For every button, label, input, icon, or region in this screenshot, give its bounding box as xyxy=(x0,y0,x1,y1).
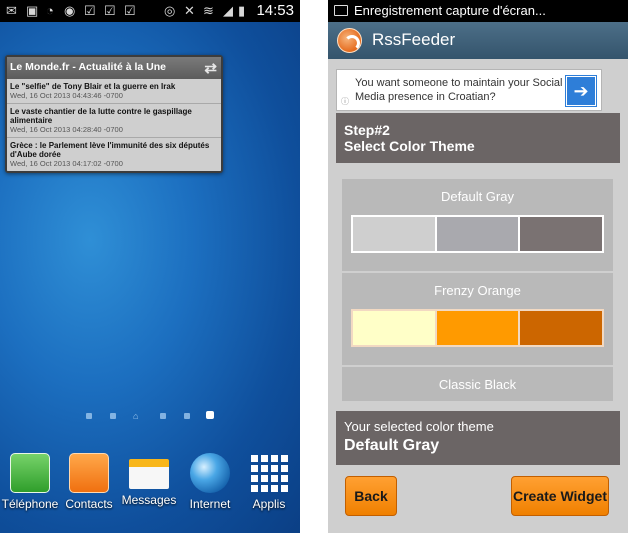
dock-app-contacts[interactable]: Contacts xyxy=(59,447,119,511)
app-title: RssFeeder xyxy=(372,30,456,49)
page-dot xyxy=(184,413,190,419)
task-icon: ☑ xyxy=(104,3,116,18)
color-swatches xyxy=(351,215,604,253)
rss-widget[interactable]: Le Monde.fr - Actualité à la Une ⇄ Le "s… xyxy=(5,55,223,173)
dock-label: Messages xyxy=(121,493,177,507)
sync-icon: ◔ xyxy=(46,3,54,18)
screenshot-composite: ✉ ▣ ◔ ◉ ☑ ☑ ☑ ◎ ✕ ≋ ◢ ▮ 14:53 Le Monde.f… xyxy=(0,0,628,533)
clock: 14:53 xyxy=(256,2,294,19)
theme-list: Default Gray Frenzy Orange Classic Black xyxy=(342,179,613,401)
item-title: Le vaste chantier de la lutte contre le … xyxy=(10,107,192,125)
item-date: Wed, 16 Oct 2013 04:43:46 -0700 xyxy=(10,91,123,100)
widget-title: Le Monde.fr - Actualité à la Une xyxy=(10,61,166,73)
task-icon: ☑ xyxy=(84,3,96,18)
status-text: Enregistrement capture d'écran... xyxy=(354,3,546,18)
dock-label: Contacts xyxy=(65,497,113,511)
item-title: Grèce : le Parlement lève l'immunité des… xyxy=(10,141,210,159)
back-button[interactable]: Back xyxy=(345,476,397,516)
page-indicator: ⌂ xyxy=(0,411,300,421)
task-icon: ☑ xyxy=(124,3,136,18)
rssfeeder-screen: Enregistrement capture d'écran... RssFee… xyxy=(328,0,628,533)
step-number: Step#2 xyxy=(344,122,390,138)
home-screen: ✉ ▣ ◔ ◉ ☑ ☑ ☑ ◎ ✕ ≋ ◢ ▮ 14:53 Le Monde.f… xyxy=(0,0,300,533)
phone-icon xyxy=(10,453,50,493)
status-bar: Enregistrement capture d'écran... xyxy=(328,0,628,22)
info-icon[interactable]: ⓘ xyxy=(341,96,349,107)
theme-option-default-gray[interactable]: Default Gray xyxy=(342,179,613,273)
mail-icon: ✉ xyxy=(6,3,17,18)
step-header: Step#2 Select Color Theme xyxy=(336,113,620,163)
dock-label: Téléphone xyxy=(1,497,59,511)
dock: Téléphone Contacts Messages Internet App… xyxy=(0,447,300,533)
globe-icon xyxy=(190,453,230,493)
mute-icon: ✕ xyxy=(184,3,195,18)
theme-name: Classic Black xyxy=(438,377,517,392)
wifi-icon: ≋ xyxy=(203,3,214,18)
swatch xyxy=(353,311,435,345)
list-item[interactable]: Le "selfie" de Tony Blair et la guerre e… xyxy=(7,79,221,104)
page-dot xyxy=(86,413,92,419)
swatch xyxy=(520,217,603,251)
swatch xyxy=(436,217,519,251)
refresh-icon[interactable]: ⇄ xyxy=(204,59,217,77)
dock-app-apps[interactable]: Applis xyxy=(239,447,299,511)
item-title: Le "selfie" de Tony Blair et la guerre e… xyxy=(10,82,176,91)
theme-name: Default Gray xyxy=(441,189,514,204)
rss-logo-icon[interactable] xyxy=(337,28,362,53)
home-page-icon: ⌂ xyxy=(133,411,139,421)
eye-icon: ◎ xyxy=(164,3,176,18)
theme-option-frenzy-orange[interactable]: Frenzy Orange xyxy=(342,273,613,367)
apps-grid-icon xyxy=(249,453,289,493)
swatch xyxy=(520,311,603,345)
status-bar: ✉ ▣ ◔ ◉ ☑ ☑ ☑ ◎ ✕ ≋ ◢ ▮ 14:53 xyxy=(0,0,300,22)
selected-value: Default Gray xyxy=(344,437,440,454)
dock-label: Internet xyxy=(189,497,231,511)
list-item[interactable]: Le vaste chantier de la lutte contre le … xyxy=(7,104,221,138)
create-widget-button[interactable]: Create Widget xyxy=(511,476,609,516)
page-dot xyxy=(110,413,116,419)
battery-icon: ▮ xyxy=(238,3,246,18)
dock-app-phone[interactable]: Téléphone xyxy=(0,447,60,511)
dock-label: Applis xyxy=(252,497,286,511)
arrow-right-icon[interactable]: ➔ xyxy=(566,76,596,106)
theme-option-classic-black[interactable]: Classic Black xyxy=(342,367,613,397)
image-icon: ▣ xyxy=(26,3,39,18)
app-bar: RssFeeder xyxy=(328,22,628,59)
item-date: Wed, 16 Oct 2013 04:17:02 -0700 xyxy=(10,159,123,168)
theme-name: Frenzy Orange xyxy=(434,283,521,298)
dock-app-internet[interactable]: Internet xyxy=(180,447,240,511)
dock-app-messages[interactable]: Messages xyxy=(119,447,179,507)
swatch xyxy=(353,217,435,251)
step-title: Select Color Theme xyxy=(344,138,475,154)
messages-icon xyxy=(129,459,169,489)
list-item[interactable]: Grèce : le Parlement lève l'immunité des… xyxy=(7,138,221,171)
color-swatches xyxy=(351,309,604,347)
ad-banner[interactable]: You want someone to maintain your Social… xyxy=(336,69,602,111)
selected-caption: Your selected color theme xyxy=(344,419,494,434)
download-icon: ◉ xyxy=(64,3,76,18)
swatch xyxy=(436,311,519,345)
widget-header: Le Monde.fr - Actualité à la Une ⇄ xyxy=(7,57,221,79)
contacts-icon xyxy=(69,453,109,493)
divider xyxy=(300,0,328,533)
page-dot xyxy=(160,413,166,419)
page-dot-active xyxy=(206,411,214,419)
ad-text: You want someone to maintain your Social… xyxy=(355,77,563,103)
image-icon xyxy=(334,5,348,16)
signal-icon: ◢ xyxy=(223,3,233,18)
selected-theme-panel: Your selected color theme Default Gray xyxy=(336,411,620,465)
item-date: Wed, 16 Oct 2013 04:28:40 -0700 xyxy=(10,125,123,134)
